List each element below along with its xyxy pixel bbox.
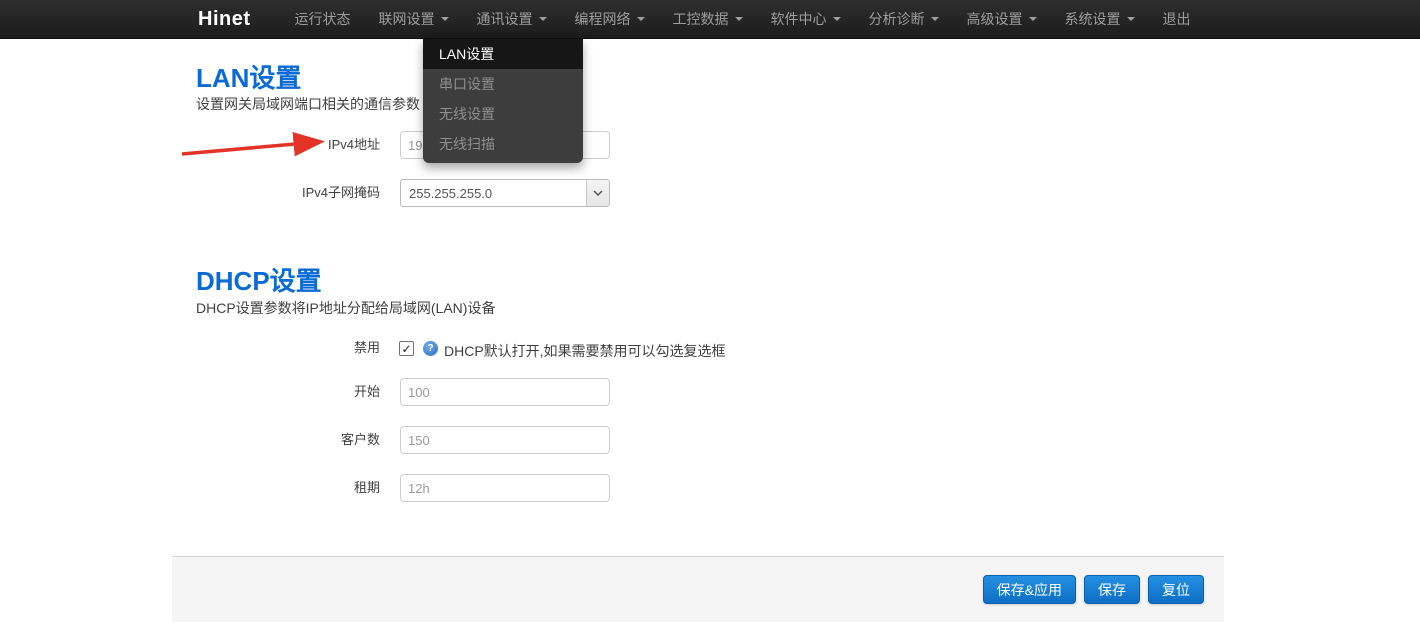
- brand-logo[interactable]: Hinet: [198, 8, 281, 31]
- nav-item-network-settings[interactable]: 联网设置: [365, 0, 463, 38]
- nav-item-running-status[interactable]: 运行状态: [281, 0, 365, 38]
- caret-down-icon: [637, 17, 645, 21]
- dropdown-item-wireless-scan[interactable]: 无线扫描: [423, 129, 583, 159]
- caret-down-icon: [931, 17, 939, 21]
- ipv4-address-label: IPv4地址: [196, 131, 380, 159]
- nav-item-industrial-data[interactable]: 工控数据: [659, 0, 757, 38]
- chevron-down-icon: [586, 180, 609, 206]
- nav-item-software-center[interactable]: 软件中心: [757, 0, 855, 38]
- save-apply-button[interactable]: 保存&应用: [983, 575, 1076, 604]
- dropdown-item-wireless-settings[interactable]: 无线设置: [423, 99, 583, 129]
- ipv4-netmask-label: IPv4子网掩码: [196, 179, 380, 207]
- action-footer: 保存&应用 保存 复位: [172, 556, 1224, 622]
- help-icon: ?: [423, 341, 438, 356]
- caret-down-icon: [1029, 17, 1037, 21]
- dhcp-section-subtitle: DHCP设置参数将IP地址分配给局域网(LAN)设备: [196, 298, 495, 318]
- ipv4-netmask-select[interactable]: 255.255.255.0: [400, 179, 610, 207]
- dropdown-item-lan-settings[interactable]: LAN设置: [423, 39, 583, 69]
- netmask-selected-value: 255.255.255.0: [401, 186, 586, 201]
- dhcp-limit-label: 客户数: [196, 426, 380, 454]
- reset-button[interactable]: 复位: [1148, 575, 1204, 604]
- dropdown-item-serial-settings[interactable]: 串口设置: [423, 69, 583, 99]
- dhcp-limit-input[interactable]: [400, 426, 610, 454]
- dhcp-disable-label: 禁用: [196, 334, 380, 362]
- comm-settings-dropdown: LAN设置 串口设置 无线设置 无线扫描: [423, 39, 583, 163]
- nav-item-analysis-diagnosis[interactable]: 分析诊断: [855, 0, 953, 38]
- lan-settings-page: Hinet 运行状态 联网设置 通讯设置 编程网络 工控数据 软件中心 分析诊断…: [0, 0, 1420, 625]
- dhcp-lease-label: 租期: [196, 474, 380, 502]
- lan-section-subtitle: 设置网关局域网端口相关的通信参数: [196, 94, 420, 114]
- caret-down-icon: [833, 17, 841, 21]
- dhcp-start-input[interactable]: [400, 378, 610, 406]
- dhcp-disable-checkbox[interactable]: ✓: [399, 341, 414, 356]
- nav-menu: 运行状态 联网设置 通讯设置 编程网络 工控数据 软件中心 分析诊断 高级设置 …: [281, 0, 1205, 38]
- nav-item-comm-settings[interactable]: 通讯设置: [463, 0, 561, 38]
- check-icon: ✓: [401, 343, 411, 355]
- dhcp-disable-hint: DHCP默认打开,如果需要禁用可以勾选复选框: [444, 341, 726, 361]
- caret-down-icon: [735, 17, 743, 21]
- caret-down-icon: [1127, 17, 1135, 21]
- nav-item-logout[interactable]: 退出: [1149, 0, 1205, 38]
- top-navbar: Hinet 运行状态 联网设置 通讯设置 编程网络 工控数据 软件中心 分析诊断…: [0, 0, 1420, 39]
- nav-item-system-settings[interactable]: 系统设置: [1051, 0, 1149, 38]
- dhcp-section-title: DHCP设置: [196, 261, 322, 298]
- dhcp-lease-input[interactable]: [400, 474, 610, 502]
- save-button[interactable]: 保存: [1084, 575, 1140, 604]
- caret-down-icon: [441, 17, 449, 21]
- nav-item-programming-network[interactable]: 编程网络: [561, 0, 659, 38]
- nav-item-advanced-settings[interactable]: 高级设置: [953, 0, 1051, 38]
- caret-down-icon: [539, 17, 547, 21]
- lan-section-title: LAN设置: [196, 58, 301, 95]
- dhcp-start-label: 开始: [196, 378, 380, 406]
